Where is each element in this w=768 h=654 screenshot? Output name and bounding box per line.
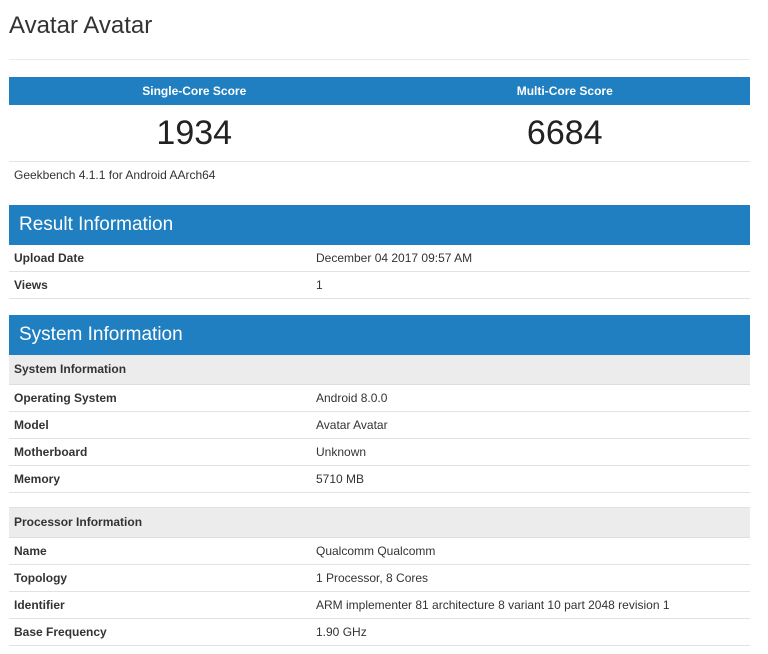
- score-values-row: 1934 6684: [9, 105, 750, 161]
- row-label: Views: [14, 278, 48, 292]
- table-row: Motherboard Unknown: [9, 439, 750, 466]
- table-row: Operating System Android 8.0.0: [9, 385, 750, 412]
- score-panel: Single-Core Score Multi-Core Score 1934 …: [9, 77, 750, 188]
- table-row: Topology 1 Processor, 8 Cores: [9, 565, 750, 592]
- row-value: Android 8.0.0: [316, 391, 388, 405]
- row-value: Qualcomm Qualcomm: [316, 544, 436, 558]
- row-value: 1.90 GHz: [316, 625, 367, 639]
- table-row: Views 1: [9, 272, 750, 299]
- table-row: Memory 5710 MB: [9, 466, 750, 493]
- title-divider: [9, 59, 750, 60]
- single-core-label: Single-Core Score: [142, 84, 247, 98]
- system-subheader: System Information: [9, 355, 750, 385]
- row-label: Model: [14, 418, 49, 432]
- system-information-section: System Information System Information Op…: [9, 315, 750, 646]
- table-row: Model Avatar Avatar: [9, 412, 750, 439]
- table-row: Identifier ARM implementer 81 architectu…: [9, 592, 750, 619]
- row-label: Motherboard: [14, 445, 88, 459]
- page: Avatar Avatar Single-Core Score Multi-Co…: [0, 0, 768, 654]
- row-value: Avatar Avatar: [316, 418, 388, 432]
- row-value: Unknown: [316, 445, 367, 459]
- row-label: Topology: [14, 571, 68, 585]
- row-value: 1: [316, 278, 323, 292]
- table-row: Base Frequency 1.90 GHz: [9, 619, 750, 646]
- single-core-score: 1934: [156, 114, 233, 152]
- table-row: Name Qualcomm Qualcomm: [9, 538, 750, 565]
- row-label: Memory: [14, 472, 61, 486]
- row-label: Operating System: [14, 391, 117, 405]
- row-value: ARM implementer 81 architecture 8 varian…: [316, 598, 670, 612]
- multi-core-score: 6684: [526, 114, 603, 152]
- page-title: Avatar Avatar: [9, 12, 153, 39]
- processor-subheader: Processor Information: [9, 508, 750, 538]
- row-value: 1 Processor, 8 Cores: [316, 571, 429, 585]
- row-value: 5710 MB: [316, 472, 365, 486]
- table-row: Upload Date December 04 2017 09:57 AM: [9, 245, 750, 272]
- multi-core-label: Multi-Core Score: [516, 84, 613, 98]
- row-label: Identifier: [14, 598, 65, 612]
- system-information-header: System Information: [9, 315, 750, 355]
- row-label: Base Frequency: [14, 625, 107, 639]
- row-label: Name: [14, 544, 47, 558]
- section-spacer: [9, 493, 750, 508]
- result-information-header: Result Information: [9, 205, 750, 245]
- benchmark-version: Geekbench 4.1.1 for Android AArch64: [14, 168, 216, 182]
- row-value: December 04 2017 09:57 AM: [316, 251, 473, 265]
- result-information-section: Result Information Upload Date December …: [9, 205, 750, 299]
- score-header-row: Single-Core Score Multi-Core Score: [9, 77, 750, 105]
- row-label: Upload Date: [14, 251, 85, 265]
